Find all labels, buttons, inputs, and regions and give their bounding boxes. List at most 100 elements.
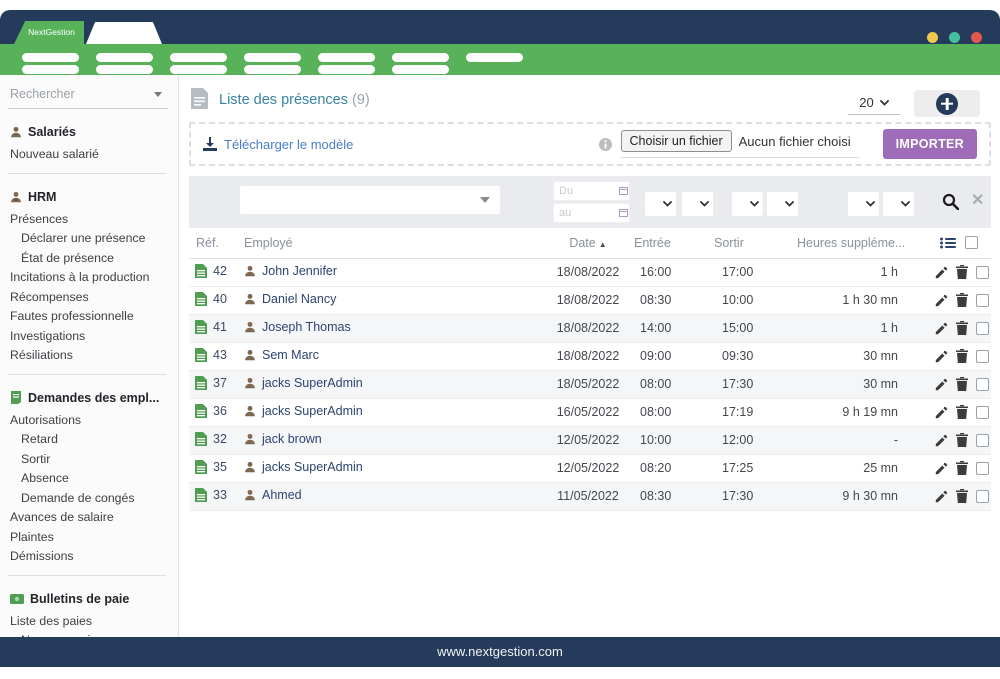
column-entree[interactable]: Entrée bbox=[627, 228, 707, 258]
row-checkbox[interactable] bbox=[976, 490, 989, 503]
sidebar-item-declarer-presence[interactable]: Déclarer une présence bbox=[0, 229, 178, 249]
sidebar-item-investigations[interactable]: Investigations bbox=[0, 327, 178, 347]
edit-button[interactable] bbox=[935, 322, 948, 335]
nav-pill[interactable] bbox=[22, 53, 79, 62]
sidebar-section-bulletins[interactable]: Bulletins de paie bbox=[0, 589, 178, 609]
sidebar-section-demandes[interactable]: Demandes des empl... bbox=[0, 388, 178, 408]
employee-name-link[interactable]: jacks SuperAdmin bbox=[262, 460, 363, 474]
entree-minute-select[interactable] bbox=[682, 192, 713, 216]
delete-button[interactable] bbox=[956, 461, 968, 475]
column-overtime[interactable]: Heures suppléme... bbox=[787, 228, 904, 258]
employee-name-link[interactable]: John Jennifer bbox=[262, 264, 337, 278]
delete-button[interactable] bbox=[956, 321, 968, 335]
edit-button[interactable] bbox=[935, 294, 948, 307]
sidebar-section-hrm[interactable]: HRM bbox=[0, 187, 178, 207]
row-checkbox[interactable] bbox=[976, 434, 989, 447]
table-row[interactable]: 41 Joseph Thomas 18/08/2022 14:00 15:00 … bbox=[189, 314, 991, 342]
date-from-input[interactable] bbox=[553, 181, 630, 201]
sidebar-item-etat-presence[interactable]: État de présence bbox=[0, 249, 178, 269]
sortie-hour-select[interactable] bbox=[732, 192, 763, 216]
sidebar-item-autorisations[interactable]: Autorisations bbox=[0, 411, 178, 431]
sidebar-item-sortir[interactable]: Sortir bbox=[0, 450, 178, 470]
sidebar-item-plaintes[interactable]: Plaintes bbox=[0, 528, 178, 548]
sidebar-item-avances-salaire[interactable]: Avances de salaire bbox=[0, 508, 178, 528]
row-checkbox[interactable] bbox=[976, 378, 989, 391]
row-checkbox[interactable] bbox=[976, 266, 989, 279]
row-checkbox[interactable] bbox=[976, 406, 989, 419]
row-checkbox[interactable] bbox=[976, 350, 989, 363]
employee-name-link[interactable]: jacks SuperAdmin bbox=[262, 404, 363, 418]
table-row[interactable]: 32 jack brown 12/05/2022 10:00 12:00 - bbox=[189, 426, 991, 454]
import-button[interactable]: IMPORTER bbox=[883, 129, 977, 159]
nav-pill[interactable] bbox=[96, 65, 153, 74]
employee-name-link[interactable]: jack brown bbox=[262, 432, 322, 446]
employee-name-link[interactable]: Daniel Nancy bbox=[262, 292, 336, 306]
search-icon[interactable] bbox=[942, 193, 959, 210]
column-employee[interactable]: Employé bbox=[237, 228, 527, 258]
page-size-select[interactable]: 20 bbox=[848, 91, 900, 115]
nav-pill[interactable] bbox=[392, 53, 449, 62]
employee-name-link[interactable]: Sem Marc bbox=[262, 348, 319, 362]
sidebar-item-absence[interactable]: Absence bbox=[0, 469, 178, 489]
column-date[interactable]: Date▲ bbox=[527, 228, 627, 258]
select-all-checkbox[interactable] bbox=[965, 236, 978, 249]
delete-button[interactable] bbox=[956, 405, 968, 419]
table-row[interactable]: 35 jacks SuperAdmin 12/05/2022 08:20 17:… bbox=[189, 454, 991, 482]
row-checkbox[interactable] bbox=[976, 462, 989, 475]
secondary-tab[interactable] bbox=[86, 22, 162, 44]
table-row[interactable]: 33 Ahmed 11/05/2022 08:30 17:30 9 h 30 m… bbox=[189, 482, 991, 510]
sidebar-item-fautes[interactable]: Fautes professionnelle bbox=[0, 307, 178, 327]
download-template-link[interactable]: Télécharger le modèle bbox=[203, 137, 353, 152]
nav-pill[interactable] bbox=[318, 53, 375, 62]
delete-button[interactable] bbox=[956, 489, 968, 503]
table-row[interactable]: 36 jacks SuperAdmin 16/05/2022 08:00 17:… bbox=[189, 398, 991, 426]
maximize-dot[interactable] bbox=[949, 32, 960, 43]
column-sortir[interactable]: Sortir bbox=[707, 228, 787, 258]
edit-button[interactable] bbox=[935, 490, 948, 503]
overtime-minute-select[interactable] bbox=[883, 192, 914, 216]
minimize-dot[interactable] bbox=[927, 32, 938, 43]
table-row[interactable]: 43 Sem Marc 18/08/2022 09:00 09:30 30 mn bbox=[189, 342, 991, 370]
nav-pill[interactable] bbox=[466, 53, 523, 62]
nav-pill[interactable] bbox=[244, 53, 301, 62]
employee-name-link[interactable]: Joseph Thomas bbox=[262, 320, 351, 334]
nav-pill[interactable] bbox=[392, 65, 449, 74]
delete-button[interactable] bbox=[956, 433, 968, 447]
edit-button[interactable] bbox=[935, 434, 948, 447]
delete-button[interactable] bbox=[956, 377, 968, 391]
column-ref[interactable]: Réf. bbox=[189, 228, 237, 258]
employee-filter-select[interactable] bbox=[240, 186, 500, 214]
nav-pill[interactable] bbox=[96, 53, 153, 62]
delete-button[interactable] bbox=[956, 265, 968, 279]
choose-file-button[interactable]: Choisir un fichier bbox=[621, 130, 732, 152]
close-dot[interactable] bbox=[971, 32, 982, 43]
entree-hour-select[interactable] bbox=[645, 192, 676, 216]
sidebar-item-recompenses[interactable]: Récompenses bbox=[0, 288, 178, 308]
row-checkbox[interactable] bbox=[976, 294, 989, 307]
nav-pill[interactable] bbox=[22, 65, 79, 74]
brand-tab[interactable]: NextGestion bbox=[14, 21, 84, 44]
edit-button[interactable] bbox=[935, 462, 948, 475]
sidebar-section-salaries[interactable]: Salariés bbox=[0, 122, 178, 142]
edit-button[interactable] bbox=[935, 406, 948, 419]
table-row[interactable]: 37 jacks SuperAdmin 18/05/2022 08:00 17:… bbox=[189, 370, 991, 398]
employee-name-link[interactable]: Ahmed bbox=[262, 488, 302, 502]
sidebar-item-liste-paies[interactable]: Liste des paies bbox=[0, 612, 178, 632]
nav-pill[interactable] bbox=[318, 65, 375, 74]
table-row[interactable]: 40 Daniel Nancy 18/08/2022 08:30 10:00 1… bbox=[189, 286, 991, 314]
row-checkbox[interactable] bbox=[976, 322, 989, 335]
edit-button[interactable] bbox=[935, 378, 948, 391]
table-row[interactable]: 42 John Jennifer 18/08/2022 16:00 17:00 … bbox=[189, 258, 991, 286]
sidebar-item-nouveau-salarie[interactable]: Nouveau salarié bbox=[0, 145, 178, 165]
nav-pill[interactable] bbox=[244, 65, 301, 74]
nav-pill[interactable] bbox=[170, 65, 227, 74]
overtime-hour-select[interactable] bbox=[848, 192, 879, 216]
edit-button[interactable] bbox=[935, 266, 948, 279]
sidebar-item-incitations[interactable]: Incitations à la production bbox=[0, 268, 178, 288]
sidebar-item-demande-conges[interactable]: Demande de congés bbox=[0, 489, 178, 509]
sidebar-search-select[interactable]: Rechercher bbox=[8, 85, 168, 109]
employee-name-link[interactable]: jacks SuperAdmin bbox=[262, 376, 363, 390]
date-to-input[interactable] bbox=[553, 203, 630, 223]
sortie-minute-select[interactable] bbox=[767, 192, 798, 216]
delete-button[interactable] bbox=[956, 293, 968, 307]
